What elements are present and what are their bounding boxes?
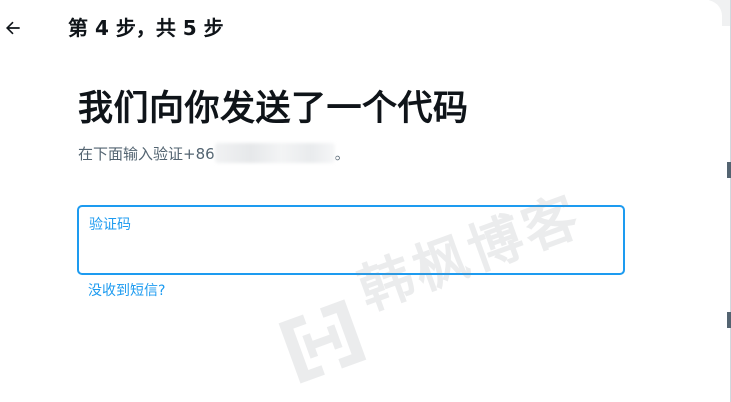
dialog-header: 第 4 步，共 5 步 <box>0 0 722 56</box>
verification-code-field[interactable]: 验证码 <box>77 205 625 275</box>
instruction-suffix: 。 <box>334 145 350 163</box>
masked-phone-number <box>214 143 335 163</box>
resend-sms-link[interactable]: 没收到短信? <box>88 282 165 300</box>
page-title: 我们向你发送了一个代码 <box>78 89 469 129</box>
watermark: 韩枫博客 <box>254 152 621 400</box>
verification-code-input[interactable] <box>88 239 614 267</box>
verification-code-label: 验证码 <box>89 217 131 233</box>
backdrop-fragment <box>727 162 731 178</box>
backdrop-fragment <box>727 312 731 328</box>
step-indicator: 第 4 步，共 5 步 <box>68 16 224 40</box>
blog-logo-icon <box>278 299 367 384</box>
instruction-text: 在下面输入验证+86 。 <box>78 143 350 165</box>
back-button[interactable] <box>0 14 26 42</box>
backdrop-edge <box>709 0 731 402</box>
app-window: 第 4 步，共 5 步 我们向你发送了一个代码 在下面输入验证+86。 验证码 … <box>0 0 731 402</box>
arrow-left-icon <box>6 21 20 35</box>
verification-dialog: 第 4 步，共 5 步 我们向你发送了一个代码 在下面输入验证+86。 验证码 … <box>0 0 722 402</box>
instruction-prefix: 在下面输入验证+86 <box>78 145 215 163</box>
